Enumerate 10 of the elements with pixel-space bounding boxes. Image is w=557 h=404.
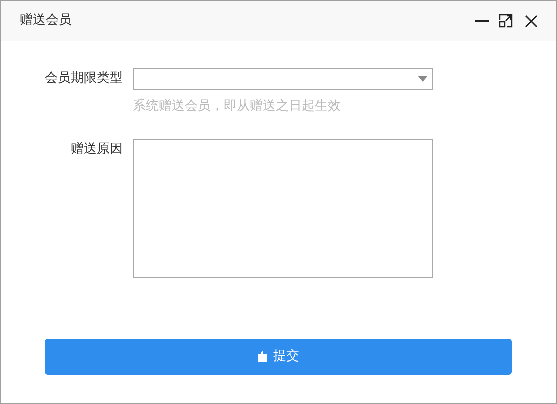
- maximize-icon[interactable]: [499, 14, 513, 28]
- submit-button[interactable]: 提交: [45, 338, 512, 374]
- caret-icon: [418, 76, 428, 82]
- window-title: 赠送会员: [20, 12, 73, 30]
- upload-icon: [258, 351, 266, 362]
- field-hint: 系统赠送会员，即从赠送之日起生效: [133, 98, 342, 116]
- dropdown-field[interactable]: [133, 68, 433, 90]
- close-icon[interactable]: [525, 14, 538, 28]
- field-label: 会员期限类型: [44, 70, 124, 88]
- field-label: 赠送原因: [70, 140, 124, 158]
